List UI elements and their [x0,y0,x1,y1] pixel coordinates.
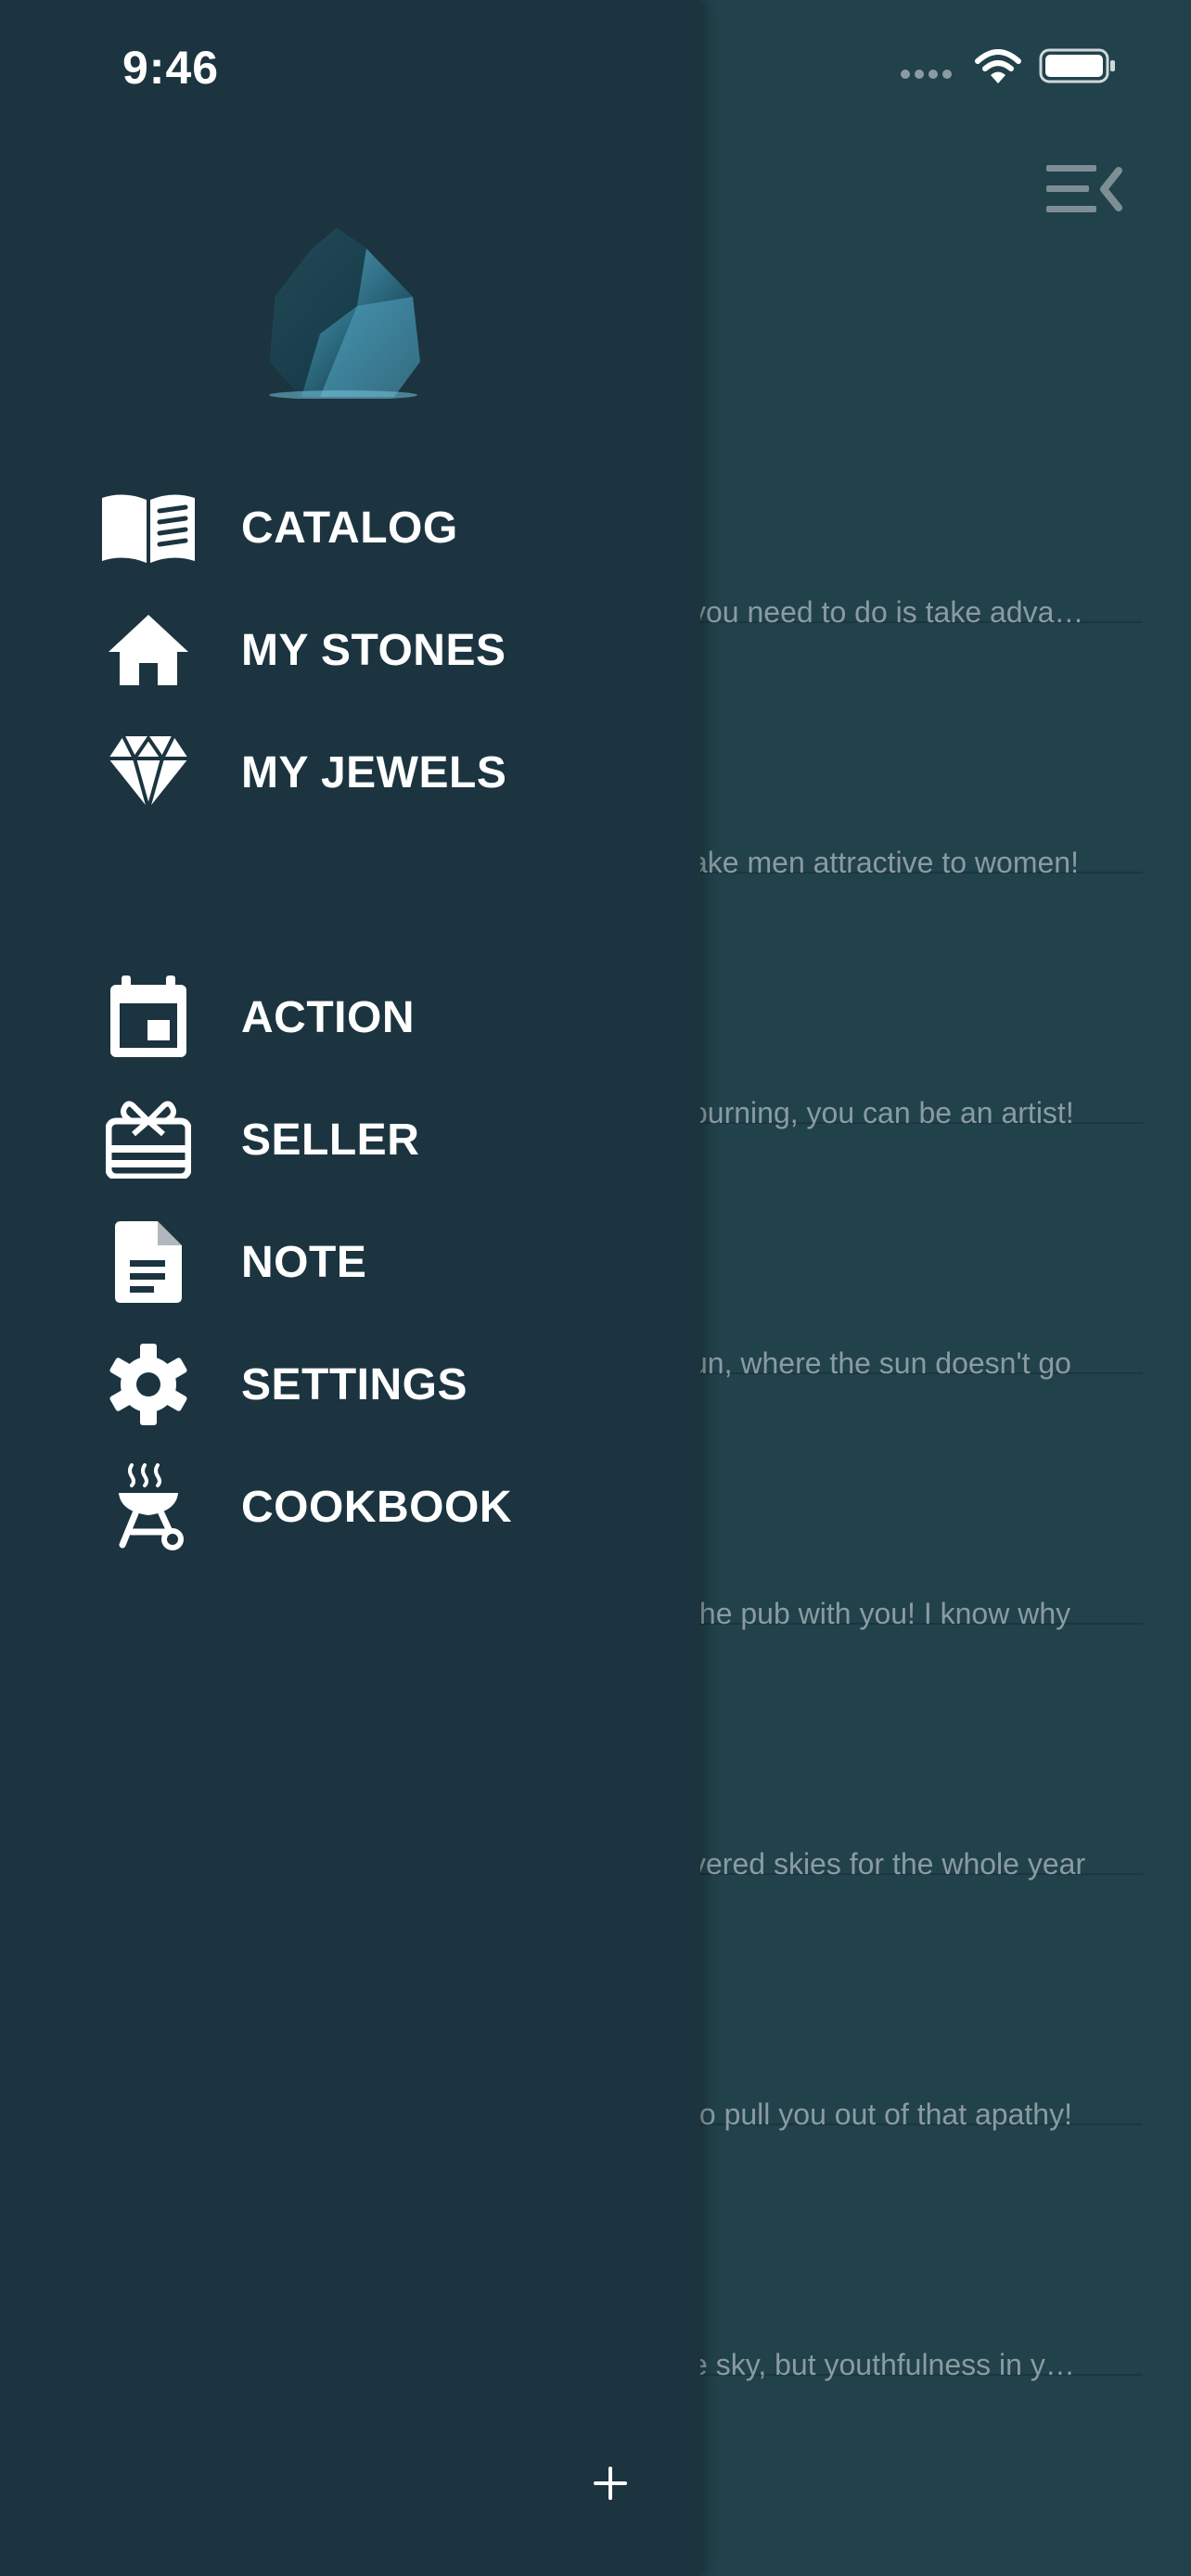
menu-item-label: NOTE [241,1238,367,1287]
navigation-drawer: CATALOG MY STONES MY JEWELS ACTION SELLE… [0,0,700,2576]
grill-icon [100,1463,197,1550]
menu-item-catalog[interactable]: CATALOG [93,475,649,577]
plus-icon [594,2467,627,2500]
menu-item-action[interactable]: ACTION [93,964,649,1066]
gear-icon [100,1343,197,1426]
document-icon [100,1220,197,1304]
home-icon [100,608,197,692]
menu-item-label: MY JEWELS [241,748,507,797]
book-open-icon [100,486,197,569]
menu-item-settings[interactable]: SETTINGS [93,1332,649,1434]
cellular-signal-icon [901,70,952,79]
menu-item-cookbook[interactable]: COOKBOOK [93,1454,649,1556]
menu-item-seller[interactable]: SELLER [93,1087,649,1189]
menu-item-label: COOKBOOK [241,1483,512,1532]
menu-item-label: SELLER [241,1116,420,1165]
calendar-icon [100,976,197,1059]
wifi-icon [975,49,1021,83]
menu-item-label: SETTINGS [241,1360,468,1409]
stone-logo [264,223,422,400]
status-bar-time: 9:46 [122,42,220,94]
diamond-icon [100,731,197,814]
add-button[interactable] [583,2455,638,2511]
menu-item-label: MY STONES [241,626,506,675]
feed-item-snippet: e sky, but youthfulness in y… [691,2348,1075,2381]
menu-collapse-icon [1046,165,1122,212]
menu-item-note[interactable]: NOTE [93,1209,649,1311]
menu-item-label: CATALOG [241,504,458,553]
menu-item-my-stones[interactable]: MY STONES [93,597,649,699]
status-bar-icons [900,45,1122,91]
menu-item-my-jewels[interactable]: MY JEWELS [93,720,649,822]
battery-icon [1039,48,1115,83]
menu-toggle-button[interactable] [1043,159,1124,219]
menu-item-label: ACTION [241,993,415,1042]
gift-card-icon [100,1098,197,1181]
